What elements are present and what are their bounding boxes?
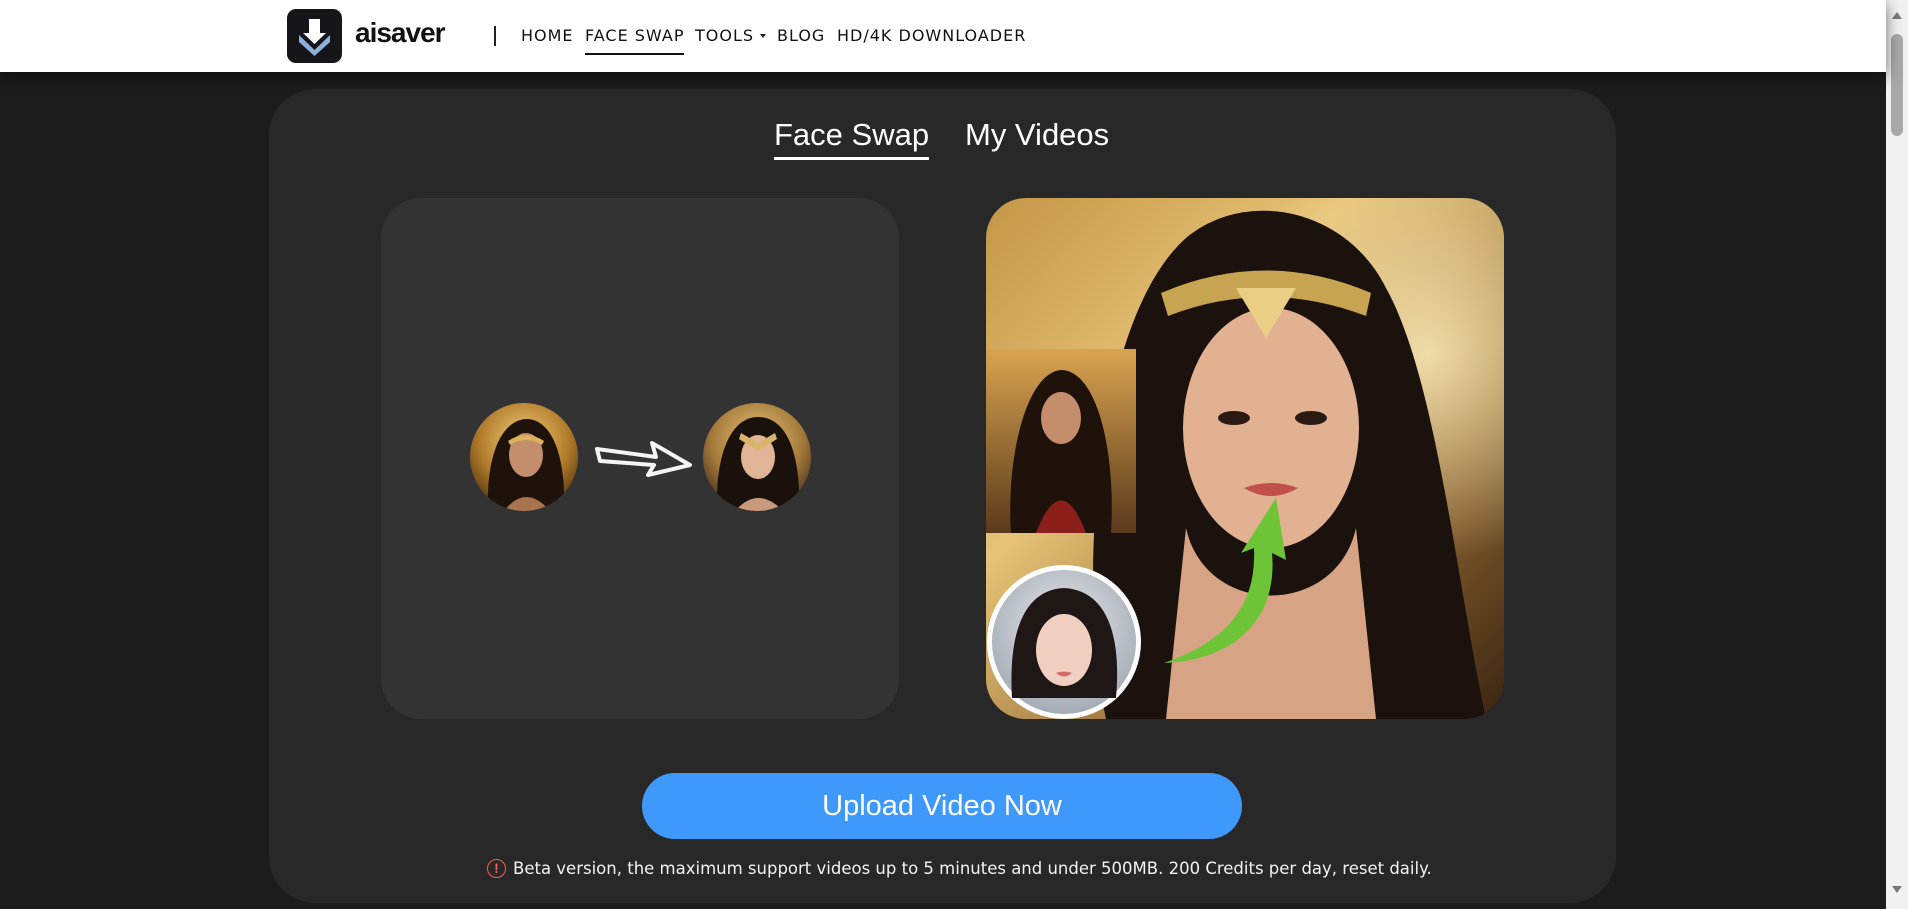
nav-blog[interactable]: BLOG [777,26,825,45]
tab-face-swap[interactable]: Face Swap [774,117,930,160]
upload-drop-area[interactable] [381,198,899,719]
brand-name[interactable]: aisaver [355,17,446,49]
beta-notice: ! Beta version, the maximum support vide… [487,856,1432,880]
arrow-right-icon [595,441,692,477]
nav-face-swap[interactable]: FACE SWAP [585,26,685,55]
face-swap-panel: Face Swap My Videos Upload Video Now ! B… [269,89,1616,903]
nav-tools[interactable]: TOOLS [695,26,754,45]
face-swap-example-preview [986,198,1504,719]
notice-text: Beta version, the maximum support videos… [513,858,1432,878]
upload-video-button[interactable]: Upload Video Now [642,773,1242,839]
alert-circle-icon: ! [487,858,506,878]
top-header: aisaver HOME FACE SWAP TOOLS BLOG HD/4K … [0,0,1886,72]
scrollbar-thumb[interactable] [1891,34,1903,136]
page-scrollbar[interactable] [1886,0,1908,909]
nav-hd-downloader[interactable]: HD/4K DOWNLOADER [837,26,1026,45]
download-logo-icon [299,19,330,56]
nav-home[interactable]: HOME [521,26,574,45]
scroll-up-arrow-icon[interactable] [1892,12,1902,19]
source-face-thumbnail [470,403,578,511]
header-divider [494,26,496,46]
result-face-thumbnail [703,403,811,511]
brand-logo[interactable] [287,9,342,63]
scroll-down-arrow-icon[interactable] [1892,886,1902,893]
chevron-down-icon[interactable] [760,34,766,38]
tab-my-videos[interactable]: My Videos [965,117,1109,153]
